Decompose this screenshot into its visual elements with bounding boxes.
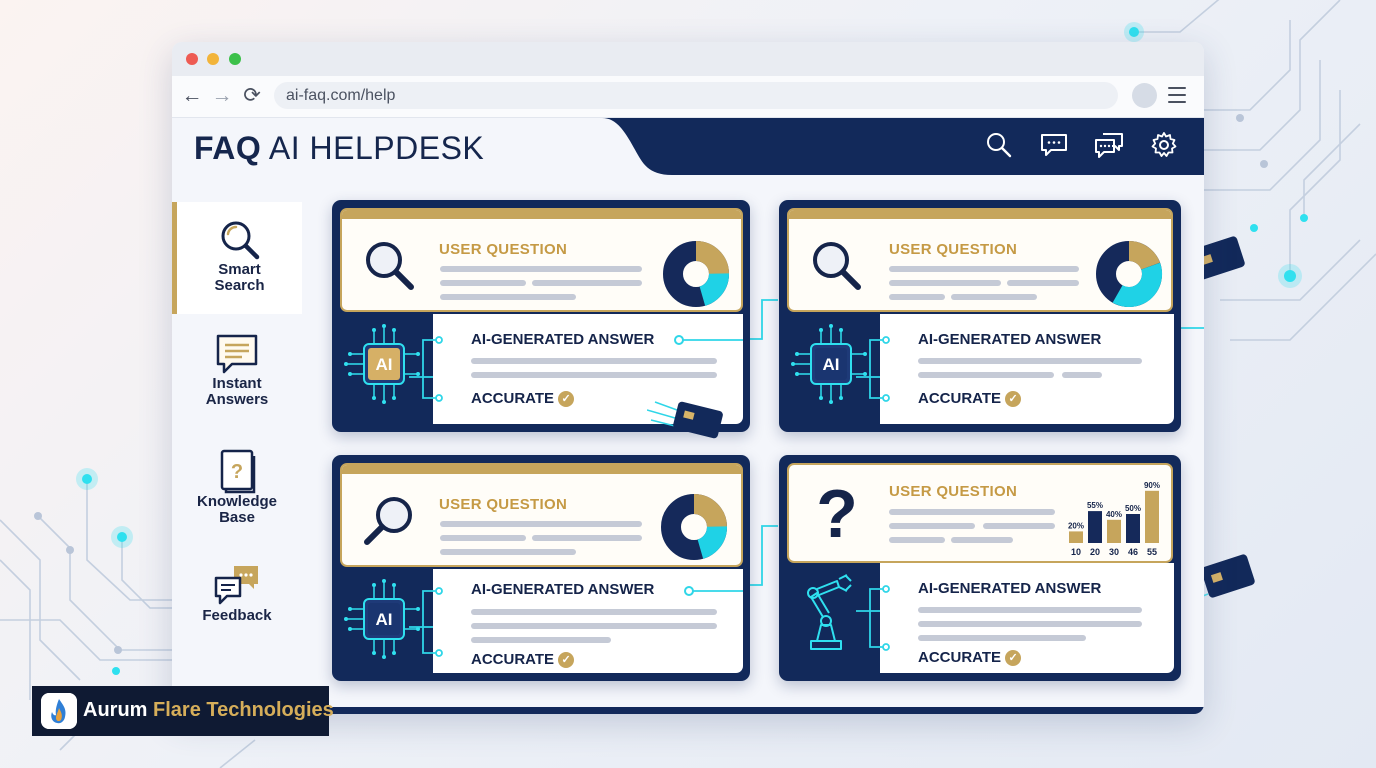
answer-title: AI-GENERATED ANSWER	[918, 580, 1102, 597]
mini-bar-chart: 20% 10 55% 20 40% 30 50% 46 90% 55	[1068, 481, 1160, 557]
check-icon: ✓	[1005, 650, 1022, 666]
bar-value-label: 90%	[1144, 481, 1160, 490]
branch-connector	[856, 336, 890, 402]
question-title: USER QUESTION	[439, 241, 568, 258]
answer-panel: AI-GENERATED ANSWER ACCURATE ✓	[856, 563, 1174, 673]
check-icon: ✓	[558, 652, 575, 668]
flame-logo-icon	[41, 693, 77, 729]
category-tick-label: 46	[1128, 547, 1138, 557]
check-icon: ✓	[1005, 391, 1022, 407]
question-panel: USER QUESTION	[787, 208, 1173, 312]
floating-card-icon	[647, 401, 723, 439]
branch-connector	[409, 587, 443, 657]
question-panel: ? USER QUESTION 20% 10 55% 20 40% 30 50% 46 90% 5…	[787, 463, 1173, 563]
donut-chart-icon	[1096, 241, 1162, 307]
question-panel: USER QUESTION	[340, 463, 743, 567]
question-title: USER QUESTION	[889, 483, 1018, 500]
svg-text:AI: AI	[376, 610, 393, 629]
faq-card-4[interactable]: ? USER QUESTION 20% 10 55% 20 40% 30 50% 46 90% 5…	[779, 455, 1181, 681]
question-header-bar	[342, 210, 741, 219]
category-tick-label: 30	[1109, 547, 1119, 557]
answer-panel: AI-GENERATED ANSWER ACCURATE ✓	[856, 314, 1174, 424]
faq-card-2[interactable]: USER QUESTION AI AI-GENERATED ANSWER ACC…	[779, 200, 1181, 432]
bar	[1145, 490, 1159, 543]
category-tick-label: 20	[1090, 547, 1100, 557]
question-header-bar	[342, 465, 741, 474]
answer-title: AI-GENERATED ANSWER	[471, 581, 655, 598]
answer-panel: AI-GENERATED ANSWER ACCURATE ✓	[409, 314, 743, 439]
category-tick-label: 55	[1147, 547, 1157, 557]
donut-chart-icon	[663, 241, 729, 307]
donut-chart-icon	[661, 494, 727, 560]
robot-arm-icon	[807, 574, 852, 650]
question-title: USER QUESTION	[439, 496, 568, 513]
bar-value-label: 20%	[1068, 521, 1084, 530]
category-tick-label: 10	[1071, 547, 1081, 557]
faq-card-1[interactable]: USER QUESTION AI AI-GENERATED ANSWER ACC…	[332, 200, 750, 439]
answer-panel: AI-GENERATED ANSWER ACCURATE ✓	[409, 569, 743, 673]
svg-text:AI: AI	[376, 355, 393, 374]
question-mark-icon: ?	[816, 479, 858, 547]
accurate-status: ACCURATE ✓	[471, 390, 575, 407]
question-title: USER QUESTION	[889, 241, 1018, 258]
question-header-bar	[789, 210, 1171, 219]
question-panel: USER QUESTION	[340, 208, 743, 312]
bar-value-label: 50%	[1125, 504, 1141, 513]
svg-text:AI: AI	[823, 355, 840, 374]
accurate-status: ACCURATE ✓	[471, 651, 575, 668]
bar	[1126, 514, 1140, 543]
bar-value-label: 55%	[1087, 501, 1103, 510]
magnifier-icon	[366, 242, 414, 290]
branch-connector	[856, 585, 890, 651]
answer-title: AI-GENERATED ANSWER	[471, 331, 655, 348]
faq-card-3[interactable]: USER QUESTION AI AI-GENERATED ANSWER ACC…	[332, 455, 750, 681]
link-connector-dot	[684, 586, 743, 596]
bar	[1069, 531, 1083, 543]
brand-name: Aurum Flare Technologies	[83, 699, 334, 721]
bar	[1107, 519, 1121, 543]
check-icon: ✓	[558, 391, 575, 407]
svg-text:?: ?	[816, 479, 858, 547]
magnifier-icon	[813, 242, 861, 290]
branch-connector	[409, 336, 443, 402]
magnifier-icon	[364, 497, 412, 545]
accurate-status: ACCURATE ✓	[918, 649, 1022, 666]
brand-badge: Aurum Flare Technologies	[32, 686, 334, 736]
link-connector-dot	[674, 335, 743, 345]
bar	[1088, 511, 1102, 543]
browser-window: ← → ⟳ ai-faq.com/help FAQ AI HELPDESK Sm…	[172, 42, 1204, 714]
bar-value-label: 40%	[1106, 510, 1122, 519]
answer-title: AI-GENERATED ANSWER	[918, 331, 1102, 348]
accurate-status: ACCURATE ✓	[918, 390, 1022, 407]
